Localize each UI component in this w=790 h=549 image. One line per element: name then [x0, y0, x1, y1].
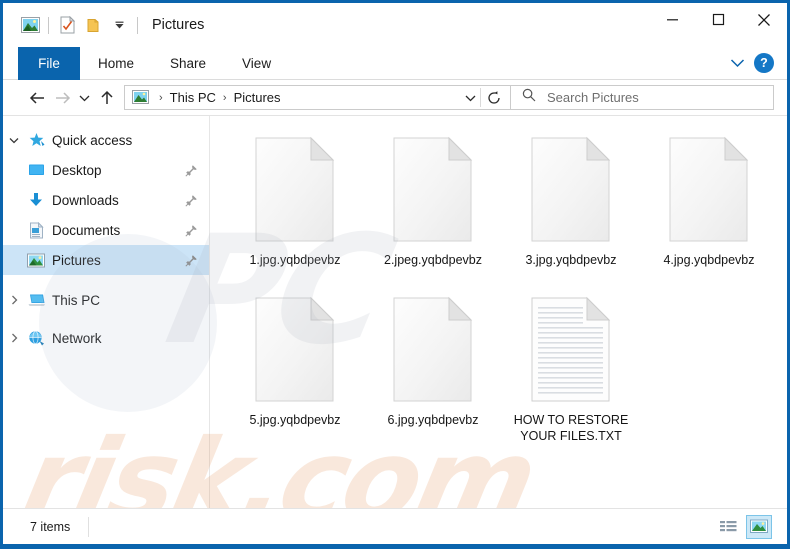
chevron-down-icon[interactable]: [3, 125, 25, 155]
file-name: HOW TO RESTORE YOUR FILES.TXT: [513, 413, 629, 443]
close-button[interactable]: [741, 3, 787, 36]
list-item[interactable]: 2.jpeg.yqbdpevbz: [364, 130, 502, 268]
quick-access-toolbar: Pictures: [3, 12, 204, 38]
downloads-icon: [25, 191, 47, 209]
breadcrumb-separator-0: ›: [159, 91, 163, 104]
sidebar-item-downloads[interactable]: Downloads: [3, 185, 209, 215]
tab-share[interactable]: Share: [152, 47, 224, 80]
pictures-icon: [25, 251, 47, 269]
sidebar-item-label: Downloads: [52, 192, 119, 208]
tab-file[interactable]: File: [18, 47, 80, 80]
forward-button[interactable]: [50, 85, 75, 110]
list-item[interactable]: 5.jpg.yqbdpevbz: [226, 290, 364, 444]
item-count: 7 items: [30, 519, 71, 534]
breadcrumb-item-pictures[interactable]: Pictures: [232, 90, 283, 105]
text-file-icon: [529, 296, 613, 406]
this-pc-icon: [25, 291, 47, 309]
file-name: 1.jpg.yqbdpevbz: [249, 253, 341, 267]
maximize-button[interactable]: [695, 3, 741, 36]
pin-icon[interactable]: [183, 164, 199, 177]
search-placeholder: Search Pictures: [547, 90, 639, 105]
list-item[interactable]: 4.jpg.yqbdpevbz: [640, 130, 778, 268]
window-title: Pictures: [152, 17, 205, 33]
tab-home[interactable]: Home: [80, 47, 152, 80]
navigation-pane: Quick access Desktop Downloads Documents…: [3, 116, 210, 508]
breadcrumb-dropdown-icon[interactable]: [460, 94, 480, 102]
chevron-right-icon[interactable]: [3, 285, 25, 315]
large-icons-view-button[interactable]: [746, 514, 772, 539]
blank-file-icon: [667, 136, 751, 246]
minimize-button[interactable]: [649, 3, 695, 36]
refresh-icon[interactable]: [481, 90, 507, 105]
view-buttons: [715, 514, 781, 539]
ribbon-actions: ?: [726, 47, 787, 79]
sidebar-item-label: Documents: [52, 222, 121, 238]
file-name: 4.jpg.yqbdpevbz: [663, 253, 755, 267]
chevron-down-icon[interactable]: [726, 52, 748, 74]
file-grid: 1.jpg.yqbdpevbz 2.jpeg.yqbdpevbz 3.jpg.y…: [210, 130, 787, 444]
title-bar: Pictures: [3, 3, 787, 47]
qat-divider: [48, 16, 49, 34]
sidebar-item-label: Quick access: [52, 132, 133, 148]
explorer-window: Pictures File Home Share View ? › This P…: [0, 0, 790, 549]
properties-icon[interactable]: [54, 12, 80, 38]
sidebar-item-label: Network: [52, 330, 102, 346]
file-name: 6.jpg.yqbdpevbz: [387, 413, 479, 427]
list-item[interactable]: 1.jpg.yqbdpevbz: [226, 130, 364, 268]
star-icon: [25, 131, 47, 149]
pictures-crumb-icon: [132, 90, 149, 105]
list-item[interactable]: 6.jpg.yqbdpevbz: [364, 290, 502, 444]
sidebar-item-pictures[interactable]: Pictures: [3, 245, 209, 275]
blank-file-icon: [253, 136, 337, 246]
pin-icon[interactable]: [183, 254, 199, 267]
up-button[interactable]: [94, 85, 119, 110]
breadcrumb-separator-1: ›: [222, 91, 227, 104]
status-bar: 7 items: [3, 508, 787, 544]
sidebar-item-label: Desktop: [52, 162, 102, 178]
blank-file-icon: [391, 296, 475, 406]
list-item[interactable]: HOW TO RESTORE YOUR FILES.TXT: [502, 290, 640, 444]
blank-file-icon: [253, 296, 337, 406]
pin-icon[interactable]: [183, 224, 199, 237]
ribbon-tab-bar: File Home Share View ?: [3, 47, 787, 80]
sidebar-item-desktop[interactable]: Desktop: [3, 155, 209, 185]
desktop-icon: [25, 161, 47, 179]
sidebar-item-network[interactable]: Network: [3, 323, 209, 353]
details-view-button[interactable]: [715, 515, 741, 539]
explorer-body: PC risk.com Quick access Desktop Downloa…: [3, 115, 787, 508]
title-divider: [137, 16, 138, 34]
help-icon[interactable]: ?: [754, 53, 774, 73]
chevron-right-icon[interactable]: [3, 323, 25, 353]
sidebar-item-this-pc[interactable]: This PC: [3, 285, 209, 315]
window-controls: [649, 3, 787, 47]
pictures-icon[interactable]: [17, 12, 43, 38]
tab-view[interactable]: View: [224, 47, 289, 80]
sidebar-item-label: This PC: [52, 292, 101, 308]
blank-file-icon: [391, 136, 475, 246]
sidebar-item-label: Pictures: [52, 252, 101, 268]
search-input[interactable]: Search Pictures: [511, 85, 774, 110]
breadcrumb[interactable]: › This PC › Pictures: [124, 85, 511, 110]
file-name: 3.jpg.yqbdpevbz: [525, 253, 617, 267]
back-button[interactable]: [25, 85, 50, 110]
sidebar-item-quick-access[interactable]: Quick access: [3, 125, 209, 155]
documents-icon: [25, 221, 47, 239]
sidebar-item-documents[interactable]: Documents: [3, 215, 209, 245]
status-divider: [88, 516, 90, 537]
pin-icon[interactable]: [183, 194, 199, 207]
breadcrumb-item-this-pc[interactable]: This PC: [168, 90, 218, 105]
recent-locations-icon[interactable]: [75, 85, 94, 110]
list-item[interactable]: 3.jpg.yqbdpevbz: [502, 130, 640, 268]
address-bar: › This PC › Pictures Search Pictures: [3, 80, 787, 115]
new-folder-icon[interactable]: [80, 12, 106, 38]
file-list-view[interactable]: 1.jpg.yqbdpevbz 2.jpeg.yqbdpevbz 3.jpg.y…: [210, 116, 787, 508]
network-icon: [25, 329, 47, 347]
customize-qat-icon[interactable]: [106, 12, 132, 38]
search-icon: [522, 88, 536, 107]
file-name: 2.jpeg.yqbdpevbz: [384, 253, 482, 267]
blank-file-icon: [529, 136, 613, 246]
file-name: 5.jpg.yqbdpevbz: [249, 413, 341, 427]
